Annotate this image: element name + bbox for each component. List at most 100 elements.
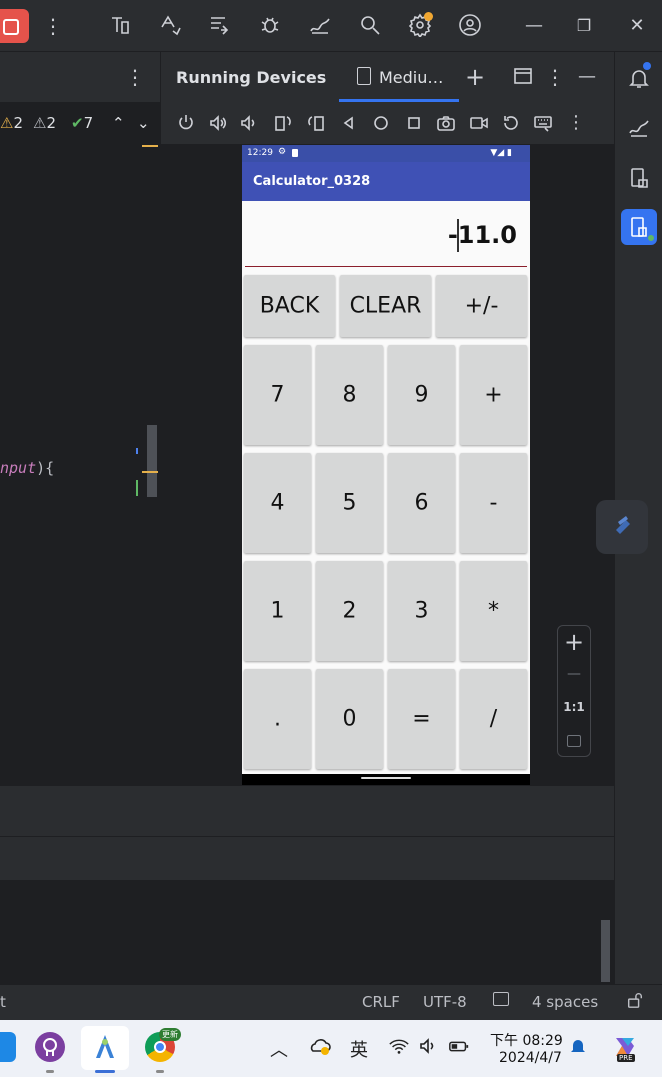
- reset-icon[interactable]: [501, 113, 521, 133]
- inspection-widget[interactable]: ⚠2 ⚠2 ✔7 ⌃ ⌄: [0, 102, 160, 144]
- warning-count-2[interactable]: ⚠2: [33, 114, 56, 132]
- android-studio-icon[interactable]: [90, 1032, 120, 1062]
- add-device-icon[interactable]: +: [462, 64, 488, 90]
- profiler-icon[interactable]: [307, 13, 333, 39]
- key-divide[interactable]: /: [460, 669, 527, 769]
- device-explorer-icon[interactable]: [627, 166, 651, 190]
- minimize-window-icon[interactable]: —: [521, 13, 547, 39]
- zoom-actual-size-button[interactable]: 1:1: [558, 700, 590, 714]
- onedrive-icon[interactable]: [308, 1036, 332, 1061]
- key-plus[interactable]: +: [460, 345, 527, 445]
- apply-changes-icon[interactable]: [157, 13, 183, 39]
- volume-up-icon[interactable]: [208, 113, 228, 133]
- gutter-marker: [142, 145, 158, 147]
- key-minus[interactable]: -: [460, 453, 527, 553]
- key-5[interactable]: 5: [316, 453, 383, 553]
- zoom-fit-icon[interactable]: [558, 732, 590, 751]
- code-line[interactable]: nput){: [0, 459, 54, 477]
- clock-date[interactable]: 2024/4/7: [499, 1050, 562, 1066]
- back-icon[interactable]: [339, 113, 359, 133]
- github-desktop-icon[interactable]: [35, 1032, 65, 1062]
- encoding-widget[interactable]: UTF-8: [423, 993, 467, 1011]
- back-button[interactable]: BACK: [244, 275, 335, 337]
- notification-badge: [643, 62, 651, 70]
- comment-icon[interactable]: [493, 992, 509, 1006]
- speaker-icon[interactable]: [418, 1036, 438, 1061]
- ime-indicator[interactable]: 英: [350, 1036, 368, 1062]
- power-icon[interactable]: [176, 113, 196, 133]
- key-0[interactable]: 0: [316, 669, 383, 769]
- screen-record-icon[interactable]: [469, 113, 489, 133]
- panel-more-icon[interactable]: ⋮: [542, 64, 568, 90]
- gutter-marker: [136, 480, 138, 496]
- phone-icon: [357, 67, 371, 85]
- hide-panel-icon[interactable]: —: [574, 64, 600, 90]
- apply-code-changes-icon[interactable]: [207, 13, 233, 39]
- key-equals[interactable]: =: [388, 669, 455, 769]
- device-tab[interactable]: Mediu…: [339, 52, 459, 102]
- show-hidden-icons-chevron-icon[interactable]: ︿: [270, 1036, 288, 1062]
- zoom-in-button[interactable]: +: [558, 628, 590, 656]
- rotate-right-icon[interactable]: [306, 113, 326, 133]
- code-editor[interactable]: [0, 52, 160, 785]
- key-3[interactable]: 3: [388, 561, 455, 661]
- next-highlight-icon[interactable]: ⌄: [137, 114, 150, 132]
- key-1[interactable]: 1: [244, 561, 311, 661]
- indent-widget[interactable]: 4 spaces: [532, 993, 598, 1011]
- zoom-controls: + — 1:1: [557, 625, 591, 757]
- floating-assistant-icon[interactable]: [596, 500, 648, 554]
- wifi-icon[interactable]: [388, 1036, 410, 1061]
- sign-toggle-button[interactable]: +/-: [436, 275, 527, 337]
- profiler-icon[interactable]: [627, 116, 651, 140]
- keyboard-icon[interactable]: [533, 113, 553, 133]
- clear-button[interactable]: CLEAR: [340, 275, 431, 337]
- taskbar-app-icon[interactable]: [0, 1032, 16, 1062]
- zoom-out-button[interactable]: —: [558, 666, 590, 682]
- device-manager-icon[interactable]: [107, 13, 133, 39]
- search-icon[interactable]: [357, 13, 383, 39]
- gesture-handle[interactable]: [361, 777, 411, 779]
- previous-highlight-icon[interactable]: ⌃: [112, 114, 125, 132]
- window-layout-icon[interactable]: [510, 64, 536, 90]
- editor-scrollbar[interactable]: [147, 425, 157, 497]
- editor-more-icon[interactable]: ⋮: [122, 64, 148, 90]
- running-devices-toggle[interactable]: [621, 209, 657, 245]
- home-icon[interactable]: [371, 113, 391, 133]
- warning-count-1[interactable]: ⚠2: [0, 114, 23, 132]
- key-6[interactable]: 6: [388, 453, 455, 553]
- phone-screen[interactable]: 12:29 ⚙ ▼◢ ▮ Calculator_0328 -11.0 BACK …: [242, 145, 530, 785]
- rotate-left-icon[interactable]: [273, 113, 293, 133]
- key-2[interactable]: 2: [316, 561, 383, 661]
- clock-time[interactable]: 下午 08:29: [490, 1030, 563, 1050]
- line-separator-widget[interactable]: CRLF: [362, 993, 400, 1011]
- key-7[interactable]: 7: [244, 345, 311, 445]
- key-4[interactable]: 4: [244, 453, 311, 553]
- ide-status-bar: t CRLF UTF-8 4 spaces: [0, 984, 662, 1020]
- typo-count[interactable]: ✔7: [71, 114, 93, 132]
- screenshot-icon[interactable]: [436, 113, 456, 133]
- battery-icon[interactable]: [448, 1036, 470, 1061]
- more-vertical-icon[interactable]: ⋮: [40, 13, 66, 39]
- weak-warning-icon: ⚠: [33, 114, 47, 132]
- overview-icon[interactable]: [404, 113, 424, 133]
- calculator-display[interactable]: -11.0: [245, 205, 527, 267]
- account-icon[interactable]: [457, 13, 483, 39]
- volume-down-icon[interactable]: [238, 113, 258, 133]
- update-badge: [424, 12, 433, 21]
- running-indicator: [648, 235, 654, 241]
- key-decimal[interactable]: .: [244, 669, 311, 769]
- device-more-icon[interactable]: ⋮: [566, 113, 586, 133]
- key-9[interactable]: 9: [388, 345, 455, 445]
- lock-icon[interactable]: [626, 991, 644, 1013]
- key-multiply[interactable]: *: [460, 561, 527, 661]
- notification-bell-icon[interactable]: [568, 1036, 588, 1061]
- restore-window-icon[interactable]: ❐: [571, 13, 597, 39]
- bottom-panel-scrollbar[interactable]: [601, 920, 610, 982]
- debug-icon[interactable]: [257, 13, 283, 39]
- stop-app-icon[interactable]: [0, 9, 29, 43]
- taskbar-indicator: [156, 1070, 164, 1073]
- running-devices-header: Running Devices Mediu… + ⋮ —: [160, 52, 614, 102]
- windows-taskbar: 更新 ︿ 英 下午 08:29 2024/4/7 PRE: [0, 1020, 662, 1077]
- close-window-icon[interactable]: ✕: [624, 13, 650, 39]
- key-8[interactable]: 8: [316, 345, 383, 445]
